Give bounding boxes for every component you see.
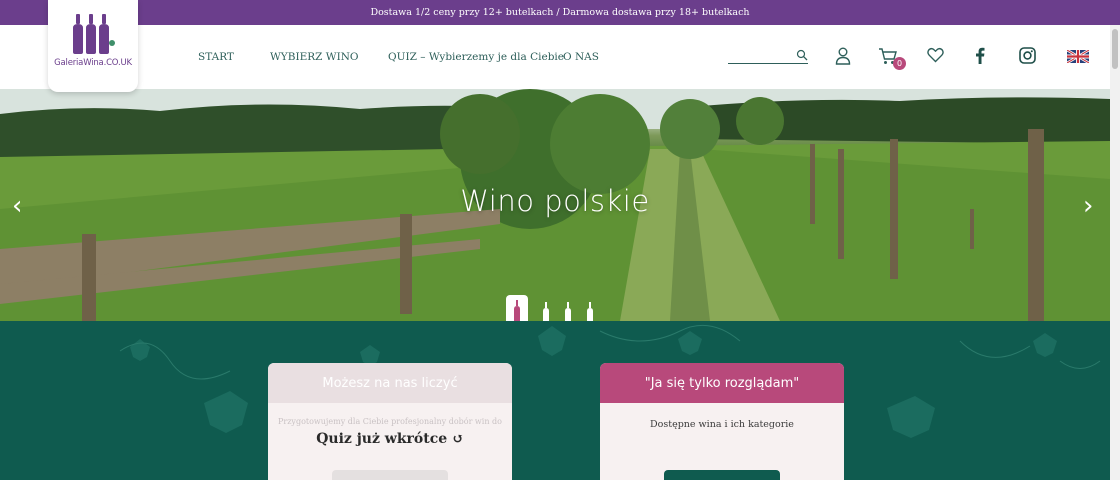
- promo-bar: Dostawa 1/2 ceny przy 12+ butelkach / Da…: [0, 0, 1120, 25]
- carousel-dot-3[interactable]: [563, 302, 572, 321]
- uk-flag-icon[interactable]: [1067, 50, 1089, 63]
- page-scrollbar[interactable]: [1110, 25, 1120, 480]
- promo-text: Dostawa 1/2 ceny przy 12+ butelkach / Da…: [370, 7, 750, 18]
- hero-title: Wino polskie: [460, 184, 650, 218]
- carousel-dots: [506, 295, 594, 321]
- nav-o-nas[interactable]: O NAS: [563, 51, 599, 63]
- carousel-dot-1[interactable]: [506, 295, 528, 321]
- quiz-coming-soon: Quiz już wkrótce ↺: [316, 431, 464, 447]
- facebook-icon[interactable]: [975, 47, 985, 64]
- bottle-icon: [514, 300, 520, 321]
- card-title: "Ja się tylko rozglądam": [600, 363, 844, 403]
- nav-start[interactable]: START: [198, 51, 234, 63]
- instagram-icon[interactable]: [1019, 47, 1036, 64]
- browse-wines-button[interactable]: [664, 470, 780, 480]
- card-title: Możesz na nas liczyć: [268, 363, 512, 403]
- nav-quiz[interactable]: QUIZ – Wybierzemy je dla Ciebie: [388, 51, 564, 63]
- carousel-next-arrow[interactable]: ›: [1083, 191, 1093, 221]
- card-button[interactable]: [332, 470, 448, 480]
- bottle-icon: [564, 302, 571, 321]
- carousel-dot-2[interactable]: [541, 302, 550, 321]
- heart-icon[interactable]: [927, 47, 944, 63]
- logo-text: GaleriaWina.CO.UK: [54, 58, 132, 68]
- nav-wybierz-wino[interactable]: WYBIERZ WINO: [270, 51, 359, 63]
- cart-count-badge: 0: [893, 57, 906, 70]
- search-icon[interactable]: [796, 49, 808, 61]
- wine-bottles-icon: [73, 14, 115, 54]
- user-icon[interactable]: [835, 47, 851, 65]
- bottle-icon: [586, 302, 593, 321]
- card-subtitle: Przygotowujemy dla Ciebie profesjonalny …: [278, 417, 502, 426]
- card-subtitle: Dostępne wina i ich kategorie: [650, 419, 794, 430]
- carousel-prev-arrow[interactable]: ‹: [12, 191, 22, 221]
- carousel-dot-4[interactable]: [585, 302, 594, 321]
- browse-card: "Ja się tylko rozglądam" Dostępne wina i…: [600, 363, 844, 480]
- bottle-icon: [542, 302, 549, 321]
- logo[interactable]: GaleriaWina.CO.UK: [48, 0, 138, 92]
- hero-carousel: Wino polskie ‹ ›: [0, 89, 1110, 321]
- scrollbar-thumb[interactable]: [1112, 29, 1118, 69]
- trust-card: Możesz na nas liczyć Przygotowujemy dla …: [268, 363, 512, 480]
- features-section: [0, 321, 1110, 480]
- grape-leaf-pattern: [119, 324, 1101, 438]
